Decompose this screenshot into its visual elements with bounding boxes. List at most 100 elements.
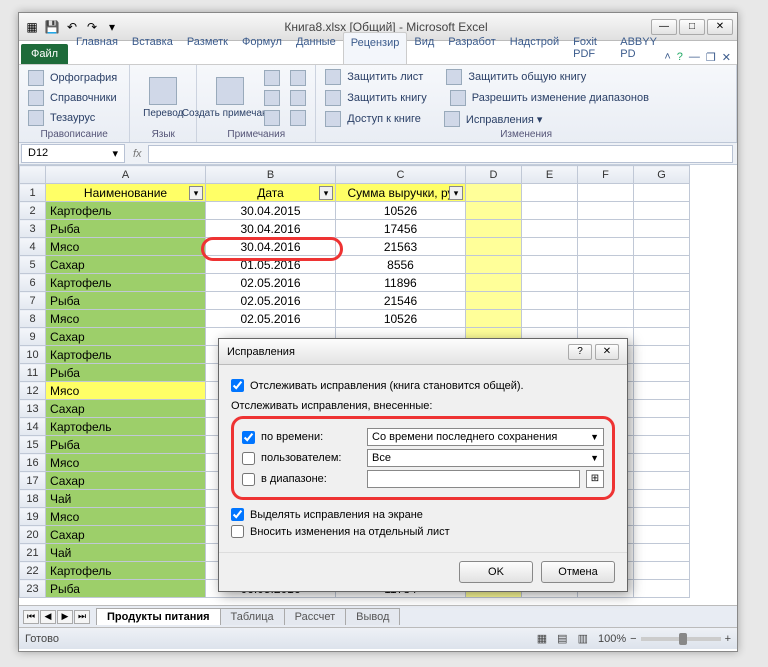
file-tab[interactable]: Файл — [21, 44, 68, 64]
row-header-20[interactable]: 20 — [20, 526, 46, 544]
row-header-18[interactable]: 18 — [20, 490, 46, 508]
cell-date[interactable]: 02.05.2016 — [206, 274, 336, 292]
cell-sum[interactable]: 8556 — [336, 256, 466, 274]
table-header-c[interactable]: Сумма выручки, ру▾ — [336, 184, 466, 202]
row-header-21[interactable]: 21 — [20, 544, 46, 562]
row-header-11[interactable]: 11 — [20, 364, 46, 382]
cell-name[interactable]: Рыба — [46, 220, 206, 238]
view-layout-icon[interactable]: ▤ — [557, 632, 567, 645]
col-header-E[interactable]: E — [522, 166, 578, 184]
cell-sum[interactable]: 11896 — [336, 274, 466, 292]
name-box[interactable]: D12▾ — [21, 144, 125, 163]
row-header-9[interactable]: 9 — [20, 328, 46, 346]
ribbon-tab-0[interactable]: Главная — [69, 32, 125, 64]
new-comment-button[interactable]: Создать примечание — [203, 68, 257, 128]
workbook-min-icon[interactable]: — — [689, 51, 700, 64]
cell-sum[interactable]: 10526 — [336, 310, 466, 328]
cell-name[interactable]: Рыба — [46, 292, 206, 310]
protect-sheet-button[interactable]: Защитить лист — [322, 68, 429, 86]
row-header-23[interactable]: 23 — [20, 580, 46, 598]
track-checkbox[interactable] — [231, 379, 244, 392]
help-icon[interactable]: ? — [677, 51, 683, 64]
cell-name[interactable]: Сахар — [46, 472, 206, 490]
sheet-tab-2[interactable]: Рассчет — [284, 608, 347, 625]
who-checkbox[interactable] — [242, 452, 255, 465]
cell-name[interactable]: Чай — [46, 544, 206, 562]
col-header-G[interactable]: G — [634, 166, 690, 184]
protect-workbook-button[interactable]: Защитить книгу — [322, 89, 433, 107]
cell-date[interactable]: 30.04.2016 — [206, 220, 336, 238]
col-header-D[interactable]: D — [466, 166, 522, 184]
sheet-nav-prev[interactable]: ◀ — [40, 610, 56, 624]
row-header-22[interactable]: 22 — [20, 562, 46, 580]
formula-bar[interactable] — [148, 145, 733, 163]
cell-name[interactable]: Мясо — [46, 508, 206, 526]
view-normal-icon[interactable]: ▦ — [537, 632, 547, 645]
row-header-19[interactable]: 19 — [20, 508, 46, 526]
cell-sum[interactable]: 21563 — [336, 238, 466, 256]
cell-name[interactable]: Картофель — [46, 346, 206, 364]
ribbon-tab-10[interactable]: ABBYY PD — [613, 32, 664, 64]
dialog-close-button[interactable]: ✕ — [595, 344, 619, 360]
ribbon-tab-9[interactable]: Foxit PDF — [566, 32, 613, 64]
sheet-tab-3[interactable]: Вывод — [345, 608, 400, 625]
where-checkbox[interactable] — [242, 473, 255, 486]
sheet-tab-1[interactable]: Таблица — [220, 608, 285, 625]
col-header-A[interactable]: A — [46, 166, 206, 184]
col-header-B[interactable]: B — [206, 166, 336, 184]
table-header-b[interactable]: Дата▾ — [206, 184, 336, 202]
cell-name[interactable]: Мясо — [46, 238, 206, 256]
ribbon-tab-1[interactable]: Вставка — [125, 32, 180, 64]
row-header-15[interactable]: 15 — [20, 436, 46, 454]
ribbon-tab-8[interactable]: Надстрой — [503, 32, 566, 64]
sheet-tab-0[interactable]: Продукты питания — [96, 608, 221, 625]
cell-name[interactable]: Сахар — [46, 256, 206, 274]
cell-name[interactable]: Рыба — [46, 364, 206, 382]
zoom-in-button[interactable]: + — [725, 633, 731, 645]
view-pagebreak-icon[interactable]: ▥ — [578, 632, 588, 645]
ribbon-tab-6[interactable]: Вид — [407, 32, 441, 64]
workbook-restore-icon[interactable]: ❐ — [706, 51, 716, 64]
list-on-new-sheet-checkbox[interactable] — [231, 525, 244, 538]
prev-comment-button[interactable] — [261, 89, 283, 107]
zoom-slider[interactable] — [641, 637, 721, 641]
ribbon-tab-5[interactable]: Рецензир — [343, 32, 408, 64]
cell-name[interactable]: Сахар — [46, 526, 206, 544]
filter-button-c[interactable]: ▾ — [449, 186, 463, 200]
show-ink-button[interactable] — [287, 109, 309, 127]
spelling-button[interactable]: Орфография — [25, 69, 123, 87]
row-header-12[interactable]: 12 — [20, 382, 46, 400]
row-header-14[interactable]: 14 — [20, 418, 46, 436]
cell-date[interactable]: 02.05.2016 — [206, 292, 336, 310]
ribbon-tab-7[interactable]: Разработ — [441, 32, 502, 64]
cell-name[interactable]: Картофель — [46, 418, 206, 436]
sheet-nav-first[interactable]: ⏮ — [23, 610, 39, 624]
list-on-new-sheet-row[interactable]: Вносить изменения на отдельный лист — [231, 525, 615, 538]
highlight-on-screen-checkbox[interactable] — [231, 508, 244, 521]
filter-button-a[interactable]: ▾ — [189, 186, 203, 200]
cell-sum[interactable]: 21546 — [336, 292, 466, 310]
row-header-13[interactable]: 13 — [20, 400, 46, 418]
row-header-2[interactable]: 2 — [20, 202, 46, 220]
cell-sum[interactable]: 10526 — [336, 202, 466, 220]
filter-button-b[interactable]: ▾ — [319, 186, 333, 200]
select-all-corner[interactable] — [20, 166, 46, 184]
ribbon-tab-4[interactable]: Данные — [289, 32, 343, 64]
row-header-6[interactable]: 6 — [20, 274, 46, 292]
when-select[interactable]: Со времени последнего сохранения▼ — [367, 428, 604, 446]
cell-sum[interactable]: 17456 — [336, 220, 466, 238]
col-header-C[interactable]: C — [336, 166, 466, 184]
show-all-comments-button[interactable] — [287, 89, 309, 107]
highlight-on-screen-row[interactable]: Выделять исправления на экране — [231, 508, 615, 521]
sheet-nav-next[interactable]: ▶ — [57, 610, 73, 624]
track-checkbox-row[interactable]: Отслеживать исправления (книга становитс… — [231, 379, 615, 392]
cell-name[interactable]: Картофель — [46, 274, 206, 292]
maximize-button[interactable]: □ — [679, 19, 705, 35]
research-button[interactable]: Справочники — [25, 89, 123, 107]
col-header-F[interactable]: F — [578, 166, 634, 184]
row-header-1[interactable]: 1 — [20, 184, 46, 202]
row-header-7[interactable]: 7 — [20, 292, 46, 310]
delete-comment-button[interactable] — [261, 69, 283, 87]
cell-name[interactable]: Рыба — [46, 436, 206, 454]
row-header-8[interactable]: 8 — [20, 310, 46, 328]
